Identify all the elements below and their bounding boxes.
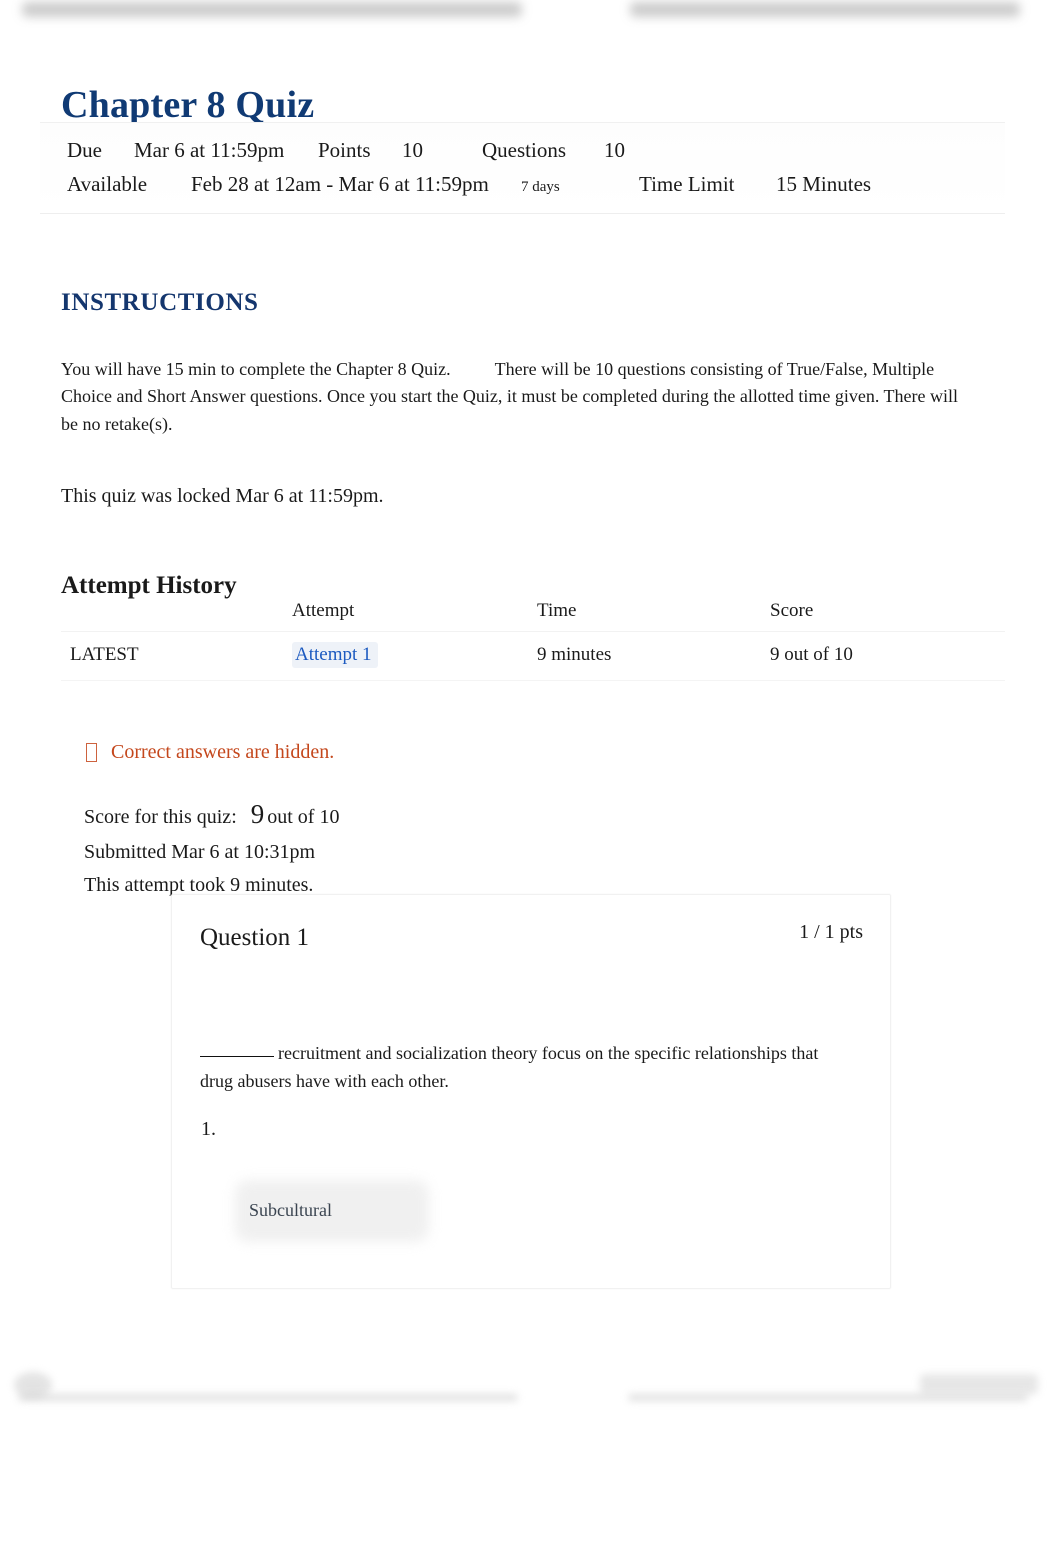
question-points: 1 / 1 pts <box>799 921 863 943</box>
time-limit-label: Time Limit <box>639 172 735 197</box>
score-summary: Score for this quiz: 9 out of 10 Submitted… <box>84 792 339 901</box>
quiz-meta-band: Due Mar 6 at 11:59pm Points 10 Questions… <box>40 122 1005 215</box>
column-header-score: Score <box>770 596 1005 632</box>
attempt-score: 9 out of 10 <box>770 631 1005 681</box>
instructions-text-part1: You will have 15 min to complete the Cha… <box>61 359 451 379</box>
table-row: LATEST Attempt 1 9 minutes 9 out of 10 <box>61 631 1005 681</box>
question-card-header: Question 1 1 / 1 pts <box>172 895 890 981</box>
box-glyph-icon <box>86 743 97 762</box>
quiz-meta-row-due: Due Mar 6 at 11:59pm Points 10 Questions… <box>40 133 1005 167</box>
questions-label: Questions <box>482 138 566 162</box>
column-header-attempt: Attempt <box>292 596 537 632</box>
column-header-blank <box>61 596 292 632</box>
table-header-row: Attempt Time Score <box>61 596 1005 632</box>
answer-list-marker: 1. <box>201 1118 216 1140</box>
due-value: Mar 6 at 11:59pm <box>134 138 285 162</box>
browser-bottom-bar <box>0 1348 1062 1418</box>
available-value: Feb 28 at 12am - Mar 6 at 11:59pm <box>191 172 489 197</box>
answer-chip-label: Subcultural <box>249 1200 332 1220</box>
attempt-link[interactable]: Attempt 1 <box>292 642 378 668</box>
due-label: Due <box>67 138 102 162</box>
browser-top-bar <box>0 0 1062 28</box>
score-suffix: out of 10 <box>267 806 340 828</box>
footer-right-text-blurred <box>628 1394 1028 1401</box>
page-title: Chapter 8 Quiz <box>61 84 315 127</box>
question-title: Question 1 <box>200 924 310 951</box>
points-value: 10 <box>402 138 423 162</box>
submitted-answer-chip: Subcultural <box>235 1180 485 1248</box>
instructions-body: You will have 15 min to complete the Cha… <box>61 356 961 438</box>
attempt-cell: Attempt 1 <box>292 631 537 681</box>
browser-address-bar-blurred <box>630 2 1020 17</box>
question-text-body: recruitment and socialization theory foc… <box>200 1043 819 1092</box>
question-text: recruitment and socialization theory foc… <box>200 1039 840 1096</box>
score-label: Score for this quiz: <box>84 806 237 828</box>
attempt-history-table: Attempt Time Score LATEST Attempt 1 9 mi… <box>61 596 1005 681</box>
fill-in-blank-line <box>200 1056 274 1057</box>
browser-tab-strip-blurred <box>22 2 522 17</box>
points-label: Points <box>318 138 371 162</box>
duration-value: 7 days <box>521 179 560 196</box>
available-label: Available <box>67 172 148 197</box>
time-limit-value: 15 Minutes <box>776 172 872 197</box>
attempt-time: 9 minutes <box>537 631 770 681</box>
footer-left-text-blurred <box>18 1394 518 1401</box>
locked-notice: This quiz was locked Mar 6 at 11:59pm. <box>61 485 384 507</box>
correct-answers-hidden-text: Correct answers are hidden. <box>111 741 335 763</box>
correct-answers-hidden-notice: Correct answers are hidden. <box>86 741 334 764</box>
question-card: Question 1 1 / 1 pts recruitment and soc… <box>171 894 891 1289</box>
instructions-heading: INSTRUCTIONS <box>61 288 259 316</box>
submitted-text: Submitted Mar 6 at 10:31pm <box>84 841 316 863</box>
questions-value: 10 <box>604 138 625 162</box>
score-line: Score for this quiz: 9 out of 10 <box>84 792 339 836</box>
footer-page-indicator-blurred <box>920 1374 1038 1394</box>
quiz-meta-row-available: Available Feb 28 at 12am - Mar 6 at 11:5… <box>40 167 1005 201</box>
score-value: 9 <box>250 799 265 829</box>
latest-badge: LATEST <box>61 631 292 681</box>
column-header-time: Time <box>537 596 770 632</box>
